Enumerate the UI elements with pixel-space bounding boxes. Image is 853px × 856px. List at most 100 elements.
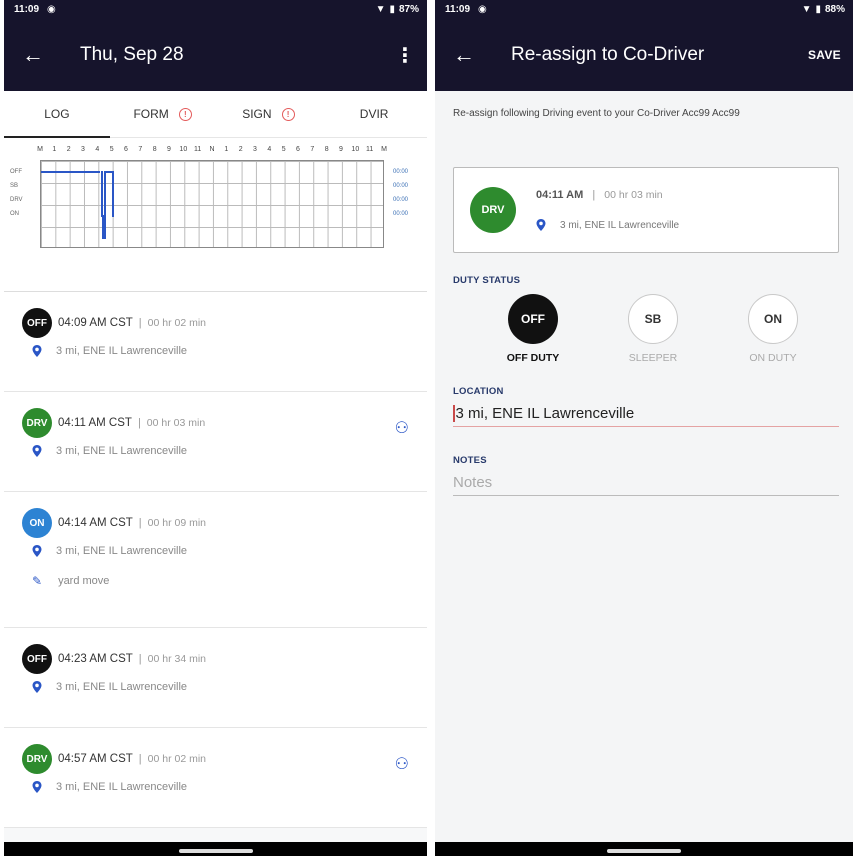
separator: | <box>592 189 596 201</box>
hour-tick-label: N <box>209 146 215 153</box>
hour-tick-label: 3 <box>253 146 257 153</box>
arrow-left-icon[interactable]: ← <box>22 42 62 68</box>
event-item[interactable]: ON 04:14 AM CST | 00 hr 09 min 3 mi, ENE IL … <box>4 492 427 628</box>
event-location: 3 mi, ENE IL Lawrenceville <box>56 681 188 693</box>
location-label: LOCATION <box>453 386 504 397</box>
location-input[interactable]: 3 mi, ENE IL Lawrenceville <box>453 397 839 427</box>
wifi-icon: ▼ <box>375 4 386 15</box>
reassign-description: Re-assign following Driving event to you… <box>453 108 740 119</box>
status-badge: OFF <box>22 644 52 674</box>
hour-tick-label: M <box>381 146 387 153</box>
tab-dvir[interactable]: DVIR <box>321 91 427 137</box>
event-location: 3 mi, ENE IL Lawrenceville <box>56 445 188 457</box>
clock: 11:09 <box>14 4 40 15</box>
event-item[interactable]: DRV 04:11 AM CST | 00 hr 03 min 3 mi, ENE IL… <box>4 392 427 492</box>
duty-option-sb[interactable]: SB SLEEPER <box>613 294 693 364</box>
event-location-row: 3 mi, ENE IL Lawrenceville <box>22 672 427 702</box>
tab-form[interactable]: FORM! <box>110 91 216 137</box>
daily-log-screen: 11:09 ◉ ▼ ▮ 87% ← Thu, Sep 28 ⋮ LOG FORM!… <box>4 0 427 856</box>
duty-status-badge: SB <box>628 294 678 344</box>
event-location-row: 3 mi, ENE IL Lawrenceville <box>22 336 427 366</box>
status-bar: 11:09 ◉ ▼ ▮ 88% <box>435 0 853 19</box>
hour-tick-label: 6 <box>296 146 300 153</box>
location-pin-icon <box>32 681 42 693</box>
nav-bar <box>4 842 427 856</box>
status-totals: 00:00 00:00 00:00 00:00 <box>393 165 408 221</box>
status-badge: ON <box>22 508 52 538</box>
status-total: 00:00 <box>393 169 409 175</box>
duty-transition <box>100 171 103 217</box>
location-pin-icon <box>32 345 42 357</box>
event-card: DRV 04:11 AM | 00 hr 03 min 3 mi, ENE IL… <box>453 167 839 253</box>
separator: | <box>138 317 142 329</box>
home-handle[interactable] <box>178 849 253 853</box>
separator: | <box>138 653 142 665</box>
location-pin-icon <box>32 545 42 557</box>
hour-tick-label: 5 <box>109 146 114 153</box>
home-handle[interactable] <box>607 849 681 853</box>
arrow-left-icon[interactable]: ← <box>453 42 493 68</box>
status-row-label: ON <box>10 211 19 217</box>
hour-tick-label: 9 <box>339 146 343 153</box>
event-time: 04:09 AM CST <box>58 317 133 329</box>
event-item[interactable]: DRV 04:57 AM CST | 00 hr 02 min 3 mi, ENE IL… <box>4 728 427 828</box>
tab-label: FORM <box>133 107 169 121</box>
status-row-label: SB <box>10 183 19 189</box>
event-location: 3 mi, ENE IL Lawrenceville <box>56 345 188 357</box>
page-title: Re-assign to Co-Driver <box>511 44 705 65</box>
duty-line-off <box>41 171 101 173</box>
hour-tick-label: 8 <box>152 146 157 153</box>
event-list: OFF 04:09 AM CST | 00 hr 02 min 3 mi, ENE IL… <box>4 292 427 828</box>
notes-input[interactable]: Notes <box>453 466 839 496</box>
save-button[interactable]: SAVE <box>808 48 841 62</box>
battery-level: 88% <box>824 4 845 15</box>
separator: | <box>138 517 142 529</box>
hour-tick-label: 7 <box>138 146 143 153</box>
event-duration: 00 hr 02 min <box>147 753 207 765</box>
event-location: 3 mi, ENE IL Lawrenceville <box>560 219 680 231</box>
tab-log[interactable]: LOG <box>4 91 110 138</box>
log-grid-chart: M 1 2 3 4 5 6 7 8 9 10 11 N 1 2 3 4 5 6 7 8 9 10 11 M OFF SB DRV ON… <box>4 138 427 292</box>
hour-tick-label: 1 <box>224 146 229 153</box>
warning-icon: ! <box>178 107 192 121</box>
status-total: 00:00 <box>393 197 409 203</box>
hour-tick-label: 4 <box>95 146 100 153</box>
app-bar: ← Re-assign to Co-Driver SAVE <box>435 19 853 91</box>
event-duration: 00 hr 03 min <box>146 417 206 429</box>
notes-label: NOTES <box>453 455 487 466</box>
event-item[interactable]: OFF 04:09 AM CST | 00 hr 02 min 3 mi, ENE IL… <box>4 292 427 392</box>
hour-tick-label: 6 <box>124 146 128 153</box>
battery-icon: ▮ <box>389 4 395 15</box>
hour-tick-label: 10 <box>351 146 360 153</box>
event-item[interactable]: OFF 04:23 AM CST | 00 hr 34 min 3 mi, ENE IL… <box>4 628 427 728</box>
duty-transition <box>111 171 114 217</box>
event-location: 3 mi, ENE IL Lawrenceville <box>56 545 188 557</box>
event-time: 04:57 AM CST <box>58 753 133 765</box>
pencil-icon: ✎ <box>32 574 43 588</box>
location-pin-icon <box>536 219 546 231</box>
event-header: OFF 04:09 AM CST | 00 hr 02 min <box>22 308 427 338</box>
hour-tick-label: 4 <box>267 146 272 153</box>
duty-option-off[interactable]: OFF OFF DUTY <box>493 294 573 364</box>
location-value: 3 mi, ENE IL Lawrenceville <box>455 405 635 422</box>
app-bar: ← Thu, Sep 28 ⋮ <box>4 19 427 91</box>
notes-placeholder: Notes <box>453 474 493 491</box>
duty-status-badge: OFF <box>508 294 558 344</box>
location-pin-icon <box>32 781 42 793</box>
reassign-driver-icon[interactable]: ⚇ <box>395 418 409 438</box>
hour-tick-label: 2 <box>238 146 243 153</box>
reassign-driver-icon[interactable]: ⚇ <box>395 754 409 774</box>
log-tabs: LOG FORM! SIGN! DVIR <box>4 91 427 138</box>
hour-tick-label: 9 <box>167 146 171 153</box>
separator: | <box>137 417 141 429</box>
duty-option-on[interactable]: ON ON DUTY <box>733 294 813 364</box>
wifi-icon: ▼ <box>801 4 812 15</box>
status-total: 00:00 <box>393 183 409 189</box>
event-note-row: ✎ yard move <box>22 566 427 596</box>
tab-sign[interactable]: SIGN! <box>216 91 322 137</box>
hour-tick-label: 8 <box>324 146 329 153</box>
page-title: Thu, Sep 28 <box>80 44 184 65</box>
event-time: 04:14 AM CST <box>58 517 133 529</box>
battery-level: 87% <box>398 4 419 15</box>
more-vert-icon[interactable]: ⋮ <box>395 43 415 68</box>
